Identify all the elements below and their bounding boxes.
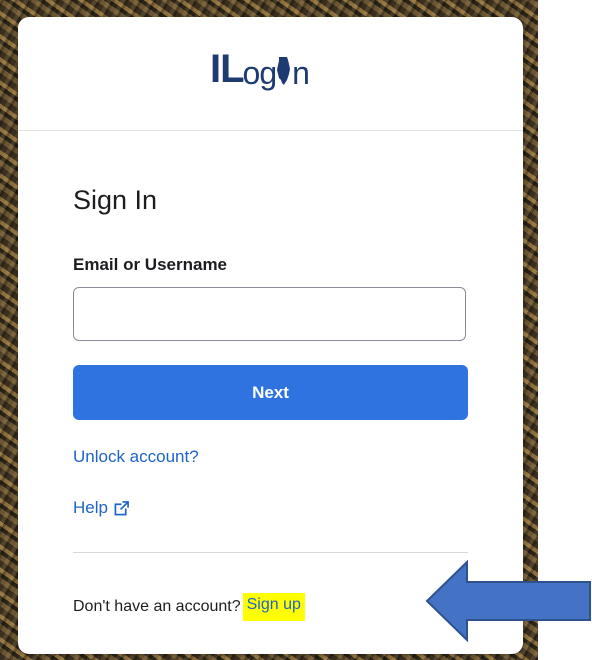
- pointer-arrow-icon: [425, 560, 591, 642]
- email-username-input[interactable]: [73, 287, 466, 341]
- logo-text-il: IL: [210, 47, 245, 91]
- page-title: Sign In: [73, 185, 158, 215]
- ilogin-logo: IL og n: [210, 45, 310, 89]
- help-link[interactable]: Help: [73, 498, 129, 518]
- unlock-account-link[interactable]: Unlock account?: [73, 447, 199, 467]
- external-link-icon: [114, 500, 129, 515]
- logo-text-og: og: [242, 55, 278, 91]
- email-username-label: Email or Username: [73, 255, 228, 274]
- illinois-state-icon: [277, 57, 291, 85]
- signup-link[interactable]: Sign up: [242, 593, 305, 621]
- card-header: IL og n: [18, 17, 523, 131]
- next-button[interactable]: Next: [73, 365, 468, 420]
- logo-text-n: n: [292, 55, 310, 91]
- signin-card: IL og n Sign In Email or Username Next U…: [18, 17, 523, 654]
- help-link-label: Help: [73, 498, 108, 517]
- divider: [73, 552, 468, 553]
- signup-prompt: Don't have an account?: [73, 598, 241, 615]
- signup-row: Don't have an account? Sign up: [73, 593, 305, 621]
